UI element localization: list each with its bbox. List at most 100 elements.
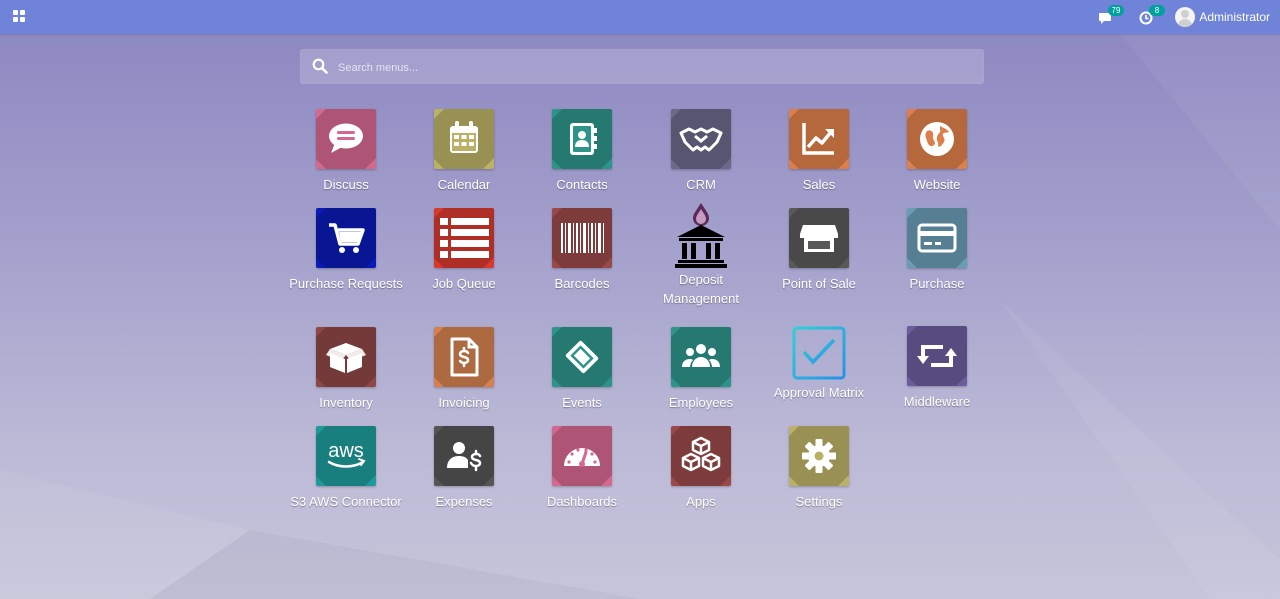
middleware-tile xyxy=(907,326,967,386)
app-label: Approval Matrix xyxy=(773,385,865,400)
settings-tile xyxy=(789,426,849,486)
messages-count-badge: 79 xyxy=(1108,5,1124,16)
activities-systray[interactable]: 8 xyxy=(1139,5,1165,26)
app-events[interactable]: Events xyxy=(523,327,641,412)
calendar-icon xyxy=(450,121,478,153)
app-grid-icon[interactable] xyxy=(13,10,25,22)
app-label: Contacts xyxy=(556,177,608,192)
app-calendar[interactable]: Calendar xyxy=(405,109,523,194)
search-input[interactable] xyxy=(336,49,970,86)
app-label-line-1: Deposit xyxy=(678,272,724,287)
app-label: Calendar xyxy=(437,177,491,192)
app-employees[interactable]: Employees xyxy=(642,327,760,412)
app-crm[interactable]: CRM xyxy=(642,109,760,194)
app-label: Settings xyxy=(795,494,843,509)
website-tile xyxy=(907,109,967,169)
discuss-tile xyxy=(316,109,376,169)
contacts-tile xyxy=(552,109,612,169)
app-expenses[interactable]: Expenses xyxy=(405,426,523,511)
line-chart-icon xyxy=(802,123,834,155)
users-group-icon xyxy=(682,344,720,367)
app-label: CRM xyxy=(686,177,716,192)
app-inventory[interactable]: Inventory xyxy=(287,327,405,412)
cubes-icon xyxy=(681,436,721,472)
app-approval-matrix[interactable]: Approval Matrix xyxy=(760,325,878,402)
list-icon xyxy=(440,218,489,258)
app-label: Middleware xyxy=(903,394,971,409)
app-job-queue[interactable]: Job Queue xyxy=(405,208,523,293)
sales-tile xyxy=(789,109,849,169)
barcode-icon xyxy=(561,223,604,253)
globe-icon xyxy=(920,122,954,156)
app-label: Employees xyxy=(668,395,734,410)
app-label: Point of Sale xyxy=(782,276,856,291)
app-sales[interactable]: Sales xyxy=(760,109,878,194)
inventory-tile xyxy=(316,327,376,387)
open-box-icon xyxy=(326,343,366,373)
deposit-management-tile xyxy=(671,201,731,269)
handshake-icon xyxy=(679,127,723,152)
messages-systray[interactable]: 79 xyxy=(1098,5,1124,26)
gauge-icon xyxy=(564,448,600,467)
employees-tile xyxy=(671,327,731,387)
app-point-of-sale[interactable]: Point of Sale xyxy=(760,208,878,293)
apps-tile xyxy=(671,426,731,486)
app-label: S3 AWS Connector xyxy=(290,494,402,509)
app-website[interactable]: Website xyxy=(878,109,996,194)
job-queue-tile xyxy=(434,208,494,268)
app-label: Sales xyxy=(802,177,836,192)
retweet-arrows-icon xyxy=(917,345,957,367)
app-settings[interactable]: Settings xyxy=(760,426,878,511)
app-label: Purchase Requests xyxy=(289,276,403,291)
app-middleware[interactable]: Middleware xyxy=(878,326,996,411)
chat-bubble-icon xyxy=(329,123,363,153)
app-deposit-management[interactable]: Deposit Management xyxy=(642,201,760,308)
top-navbar: 79 8 Administrator xyxy=(0,0,1280,34)
crm-tile xyxy=(671,109,731,169)
app-label: Job Queue xyxy=(432,276,496,291)
app-dashboards[interactable]: Dashboards xyxy=(523,426,641,511)
calendar-tile xyxy=(434,109,494,169)
app-label: Discuss xyxy=(323,177,369,192)
credit-card-icon xyxy=(917,223,957,253)
point-of-sale-tile xyxy=(789,208,849,268)
app-s3-aws-connector[interactable]: aws S3 AWS Connector xyxy=(287,426,405,511)
app-invoicing[interactable]: Invoicing xyxy=(405,327,523,412)
app-label: Events xyxy=(562,395,602,410)
s3-aws-connector-tile: aws xyxy=(316,426,376,486)
ticket-icon xyxy=(565,340,599,374)
gear-icon xyxy=(802,439,836,473)
barcodes-tile xyxy=(552,208,612,268)
bank-building-icon xyxy=(675,203,727,268)
app-label: Purchase xyxy=(909,276,965,291)
app-label: Apps xyxy=(686,494,716,509)
events-tile xyxy=(552,327,612,387)
store-icon xyxy=(800,225,838,252)
app-label: Dashboards xyxy=(546,494,618,509)
user-name: Administrator xyxy=(1199,10,1270,24)
expenses-tile xyxy=(434,426,494,486)
app-contacts[interactable]: Contacts xyxy=(523,109,641,194)
app-label: Expenses xyxy=(435,494,493,509)
app-apps[interactable]: Apps xyxy=(642,426,760,511)
avatar xyxy=(1175,7,1196,27)
search-bar xyxy=(300,49,984,86)
dashboards-tile xyxy=(552,426,612,486)
user-dollar-icon xyxy=(447,442,482,472)
app-label: Deposit Management xyxy=(642,270,760,308)
app-barcodes[interactable]: Barcodes xyxy=(523,208,641,293)
user-menu[interactable]: Administrator xyxy=(1175,4,1270,30)
app-purchase-requests[interactable]: Purchase Requests xyxy=(287,208,405,293)
app-label: Invoicing xyxy=(438,395,490,410)
shopping-cart-icon xyxy=(329,223,365,253)
invoicing-tile xyxy=(434,327,494,387)
invoice-dollar-icon xyxy=(450,337,479,377)
approval-matrix-tile xyxy=(789,325,849,383)
search-icon xyxy=(312,58,328,74)
check-square-icon xyxy=(792,326,846,380)
address-book-icon xyxy=(570,123,597,155)
purchase-requests-tile xyxy=(316,208,376,268)
aws-logo-icon: aws xyxy=(327,440,366,468)
app-discuss[interactable]: Discuss xyxy=(287,109,405,194)
app-purchase[interactable]: Purchase xyxy=(878,208,996,293)
